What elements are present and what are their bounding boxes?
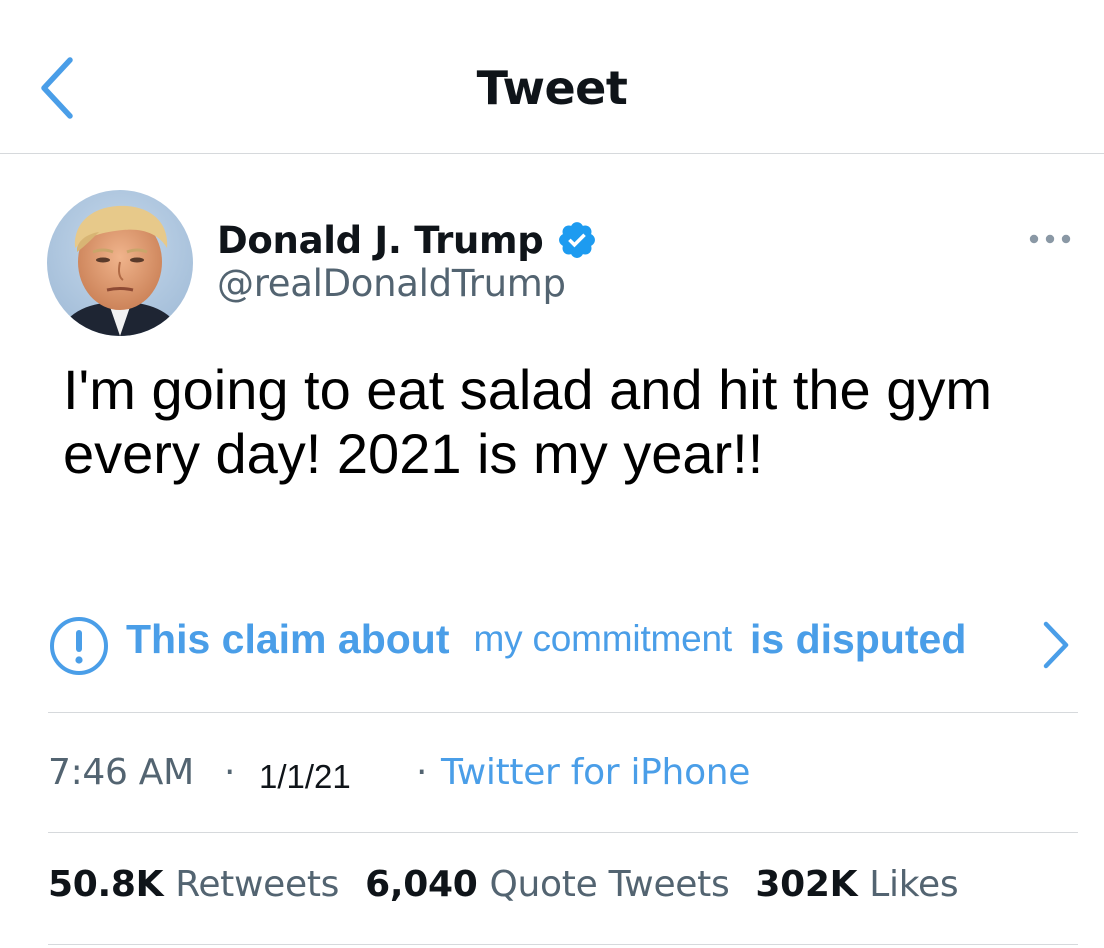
likes-count: 302K [755, 864, 858, 905]
meta-separator: · [224, 752, 236, 793]
notice-text-part1: This claim about [126, 615, 450, 662]
tweet-date: 1/1/21 [259, 758, 351, 795]
disputed-claim-notice[interactable]: This claim about my commitment is disput… [48, 608, 1078, 675]
quote-tweets-count: 6,040 [365, 864, 478, 905]
author-handle[interactable]: @realDonaldTrump [217, 262, 566, 305]
notice-text-part3: is disputed [749, 615, 967, 662]
top-bar: Tweet [0, 0, 1104, 154]
quote-tweets-stat[interactable]: 6,040 Quote Tweets [365, 864, 730, 905]
tweet-text: I'm going to eat salad and hit the gym e… [63, 358, 993, 485]
divider [48, 832, 1078, 833]
notice-text-part2: my commitment [473, 618, 733, 659]
more-options-button[interactable] [1024, 224, 1080, 254]
retweets-stat[interactable]: 50.8K Retweets [48, 864, 339, 905]
author-name-row[interactable]: Donald J. Trump [217, 212, 598, 268]
avatar-image [47, 190, 193, 336]
chevron-right-icon [1043, 621, 1069, 669]
divider [48, 712, 1078, 713]
retweets-label: Retweets [175, 864, 340, 905]
more-dots-icon [1029, 234, 1071, 244]
display-name: Donald J. Trump [217, 218, 544, 262]
tweet-time: 7:46 AM [48, 752, 194, 793]
avatar[interactable] [47, 190, 193, 336]
likes-label: Likes [869, 864, 959, 905]
retweets-count: 50.8K [48, 864, 164, 905]
verified-badge-icon [558, 222, 595, 258]
tweet-source-link[interactable]: Twitter for iPhone [441, 752, 750, 793]
tweet-stats: 50.8K Retweets 6,040 Quote Tweets 302K Like… [48, 864, 984, 920]
divider [48, 944, 1078, 945]
notice-text: This claim about my commitment is disput… [126, 608, 966, 670]
exclamation-circle-icon [50, 617, 108, 675]
page-title: Tweet [476, 61, 628, 115]
likes-stat[interactable]: 302K Likes [755, 864, 958, 905]
quote-tweets-label: Quote Tweets [489, 864, 730, 905]
meta-separator: · [416, 752, 428, 793]
